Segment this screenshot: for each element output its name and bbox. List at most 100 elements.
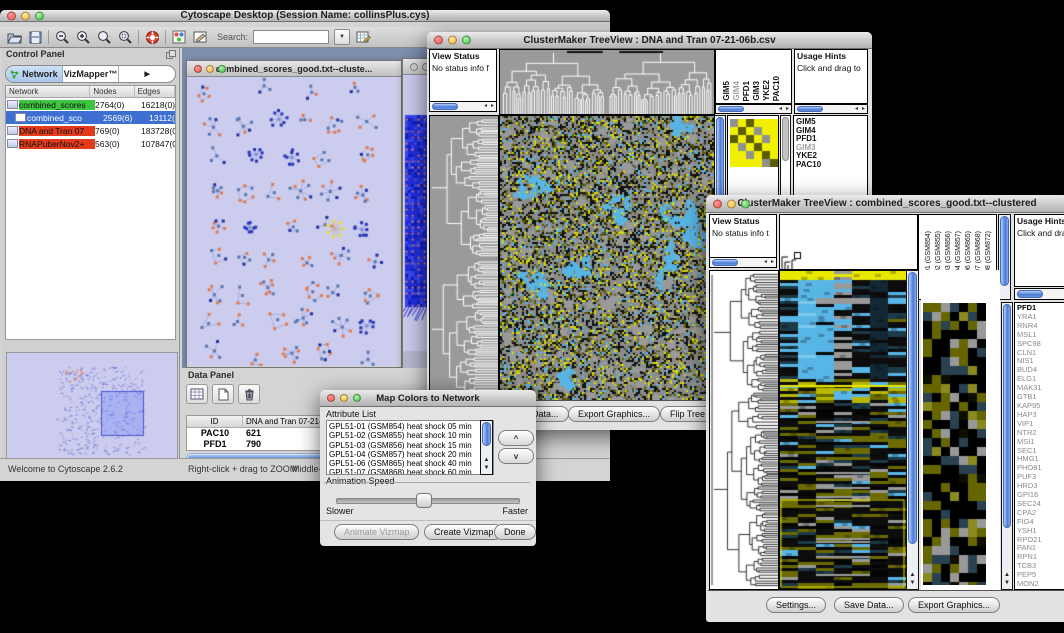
open-file-icon[interactable] <box>6 29 22 45</box>
scroll-down-icon[interactable]: ▼ <box>481 464 492 473</box>
scrollbar-thumb[interactable] <box>782 117 789 161</box>
slider-thumb[interactable] <box>416 493 432 508</box>
close-icon[interactable] <box>410 63 418 71</box>
heatmap-vscrollbar[interactable]: ▲ ▼ <box>906 270 919 590</box>
attribute-list-item[interactable]: GPL51-02 (GSM855) heat shock 10 min <box>329 431 491 440</box>
dialog-titlebar[interactable]: Map Colors to Network <box>320 390 536 407</box>
minimize-icon[interactable] <box>340 394 348 402</box>
zoom-icon[interactable] <box>462 36 471 45</box>
zoom-icon[interactable] <box>353 394 361 402</box>
array-label[interactable]: PFD1 <box>742 81 751 101</box>
zoom-fit-icon[interactable] <box>117 29 133 45</box>
minimize-icon[interactable] <box>21 11 30 20</box>
array-label[interactable]: GIM5 <box>722 81 731 101</box>
column-dendrogram-canvas[interactable] <box>499 49 715 115</box>
scrollbar-thumb[interactable] <box>712 259 738 266</box>
settings-button[interactable]: Settings... <box>766 597 826 613</box>
heatmap-canvas[interactable] <box>499 115 715 402</box>
attribute-list-item[interactable]: GPL51-03 (GSM856) heat shock 15 min <box>329 441 491 450</box>
close-icon[interactable] <box>434 36 443 45</box>
zoom-selected-icon[interactable] <box>96 29 112 45</box>
array-labels-hscrollbar[interactable]: ◂ ▸ <box>715 104 792 114</box>
delete-attribute-icon[interactable] <box>238 384 260 404</box>
network-view-titlebar[interactable]: combined_scores_good.txt--cluste... <box>187 61 401 77</box>
annotation-icon[interactable] <box>192 29 208 45</box>
array-label[interactable]: GIM4 <box>732 81 741 101</box>
close-icon[interactable] <box>7 11 16 20</box>
scrollbar-thumb[interactable] <box>908 272 917 544</box>
array-label[interactable]: PAC10 <box>772 76 781 101</box>
create-vizmap-button[interactable]: Create Vizmap <box>424 524 503 540</box>
attribute-list-vscrollbar[interactable]: ▲ ▼ <box>480 420 493 475</box>
close-icon[interactable] <box>713 199 722 208</box>
heatmap-canvas[interactable] <box>779 270 907 590</box>
array-label[interactable]: YKE2 <box>762 80 771 101</box>
scroll-right-icon[interactable]: ▸ <box>862 105 865 114</box>
network-canvas[interactable] <box>187 77 399 366</box>
nodes-col-header[interactable]: Nodes <box>90 86 134 97</box>
zoom-icon[interactable] <box>35 11 44 20</box>
network-col-header[interactable]: Network <box>6 86 90 97</box>
usage-hints-hscrollbar[interactable]: ◂ ▸ <box>794 104 868 114</box>
gene-dendrogram-canvas[interactable] <box>709 270 779 590</box>
close-icon[interactable] <box>194 65 202 73</box>
gene-list-vscrollbar[interactable]: ▲ ▼ <box>1001 302 1013 590</box>
close-icon[interactable] <box>327 394 335 402</box>
attribute-list-item[interactable]: GPL51-04 (GSM857) heat shock 20 min <box>329 450 491 459</box>
gene-label[interactable]: PAC10 <box>796 161 865 170</box>
save-data-button[interactable]: Save Data... <box>834 597 904 613</box>
save-icon[interactable] <box>27 29 43 45</box>
search-dropdown-icon[interactable]: ▼ <box>334 29 350 45</box>
scrollbar-thumb[interactable] <box>1003 304 1011 528</box>
scrollbar-thumb[interactable] <box>482 422 491 446</box>
gene-list-item[interactable]: MON2 <box>1017 580 1064 589</box>
network-overview-canvas[interactable] <box>7 353 175 465</box>
scroll-right-icon[interactable]: ▸ <box>771 258 774 267</box>
scroll-down-icon[interactable]: ▼ <box>907 579 918 588</box>
network-list-row[interactable]: DNA and Tran 07 769(0) 183728(0) <box>6 124 175 137</box>
scroll-left-icon[interactable]: ◂ <box>855 105 858 114</box>
column-dendrogram-canvas[interactable] <box>779 214 918 270</box>
table-edit-icon[interactable] <box>355 29 371 45</box>
scrollbar-thumb[interactable] <box>432 103 458 110</box>
move-down-button[interactable]: v <box>498 448 534 464</box>
scrollbar-thumb[interactable] <box>797 106 823 112</box>
zoom-out-icon[interactable] <box>54 29 70 45</box>
new-attribute-icon[interactable] <box>212 384 234 404</box>
network-list-header[interactable]: Network Nodes Edges <box>6 86 175 98</box>
treeview1-titlebar[interactable]: ClusterMaker TreeView : DNA and Tran 07-… <box>427 32 872 49</box>
minimize-icon[interactable] <box>448 36 457 45</box>
scroll-right-icon[interactable]: ▸ <box>786 105 789 114</box>
scroll-left-icon[interactable]: ◂ <box>764 258 767 267</box>
treeview2-titlebar[interactable]: ClusterMaker TreeView : combined_scores_… <box>706 195 1064 213</box>
attribute-list-item[interactable]: GPL51-07 (GSM868) heat shock 60 min <box>329 468 491 475</box>
tab-overflow-arrow[interactable]: ▶ <box>118 66 175 82</box>
help-lifesaver-icon[interactable] <box>144 29 160 45</box>
minimize-icon[interactable] <box>727 199 736 208</box>
tab-vizmapper[interactable]: VizMapper™ <box>63 66 119 82</box>
attribute-list-item[interactable]: GPL51-06 (GSM865) heat shock 40 min <box>329 459 491 468</box>
scrollbar-thumb[interactable] <box>1000 216 1009 286</box>
array-label[interactable]: GIM3 <box>752 81 761 101</box>
vizmapper-icon[interactable] <box>171 29 187 45</box>
export-graphics-button[interactable]: Export Graphics... <box>908 597 1000 613</box>
select-attributes-icon[interactable] <box>186 384 208 404</box>
move-up-button[interactable]: ^ <box>498 430 534 446</box>
done-button[interactable]: Done <box>494 524 536 540</box>
network-list-row[interactable]: combined_scores 2764(0) 16218(0) <box>6 98 175 111</box>
view-status-hscrollbar[interactable]: ◂ ▸ <box>709 257 777 268</box>
usage-hints-hscrollbar[interactable] <box>1014 288 1064 300</box>
network-list-row[interactable]: RNAPuberNov2+ 563(0) 107847(0) <box>6 137 175 150</box>
minimize-icon[interactable] <box>206 65 214 73</box>
network-list-row[interactable]: combined_sco 2569(6) 13112(15) <box>6 111 175 124</box>
search-input[interactable] <box>253 30 329 44</box>
edges-col-header[interactable]: Edges <box>135 86 175 97</box>
zoom-in-icon[interactable] <box>75 29 91 45</box>
main-titlebar[interactable]: Cytoscape Desktop (Session Name: collins… <box>0 10 610 22</box>
zoom-icon[interactable] <box>741 199 750 208</box>
gene-dendrogram-canvas[interactable] <box>429 115 499 402</box>
scroll-left-icon[interactable]: ◂ <box>484 102 487 111</box>
zoom-heatmap-canvas[interactable] <box>923 303 986 585</box>
export-graphics-button[interactable]: Export Graphics... <box>568 406 660 422</box>
scroll-left-icon[interactable]: ◂ <box>779 105 782 114</box>
